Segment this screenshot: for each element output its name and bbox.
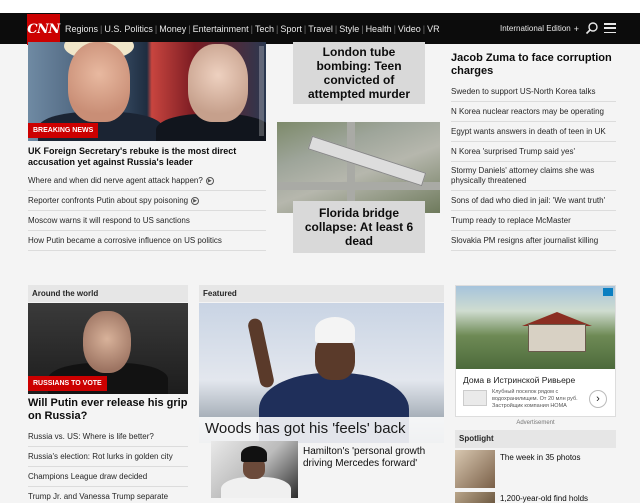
nav-link-us-politics[interactable]: U.S. Politics [102,24,155,34]
top-strip [0,0,640,13]
ad-logo [463,390,487,406]
spotlight-item[interactable]: 1,200-year-old find holds [500,494,616,503]
play-icon: ▶ [205,176,214,185]
list-item[interactable]: Slovakia PM resigns after journalist kil… [451,231,616,251]
list-item[interactable]: Stormy Daniels' attorney claims she was … [451,162,616,191]
zuma-headline[interactable]: Jacob Zuma to face corruption charges [451,52,621,78]
nav-link-health[interactable]: Health [364,24,394,34]
spotlight-thumbnail[interactable] [455,492,495,503]
ad-arrow-button[interactable]: › [589,390,607,408]
nav-link-travel[interactable]: Travel [306,24,335,34]
woods-headline[interactable]: Woods has got his 'feels' back [199,417,444,443]
nav-link-tech[interactable]: Tech [253,24,276,34]
list-item[interactable]: Russia's election: Rot lurks in golden c… [28,447,188,467]
bridge-collapse-headline[interactable]: Florida bridge collapse: At least 6 dead [293,201,425,253]
list-item[interactable]: Trump ready to replace McMaster [451,211,616,231]
list-item[interactable]: Russia vs. US: Where is life better? [28,427,188,447]
advertisement[interactable]: Дома в Истринской Ривьере Клубный посело… [455,285,616,417]
ad-image [456,286,615,369]
nav-link-entertainment[interactable]: Entertainment [191,24,251,34]
play-icon: ▶ [191,196,200,205]
woods-image[interactable]: Woods has got his 'feels' back [199,303,444,443]
list-item[interactable]: Moscow warns it will respond to US sanct… [28,211,266,231]
nav-link-regions[interactable]: Regions [63,24,100,34]
nav-link-money[interactable]: Money [157,24,188,34]
around-link-list: Russia vs. US: Where is life better? Rus… [28,427,188,503]
adchoices-icon[interactable] [603,288,613,296]
nav-link-sport[interactable]: Sport [278,24,304,34]
russians-to-vote-badge: RUSSIANS TO VOTE [28,376,107,391]
nav-links: Regions | U.S. Politics | Money | Entertain… [63,13,442,44]
hamilton-thumbnail[interactable] [211,441,298,498]
around-the-world-header: Around the world [28,285,188,302]
spotlight-item[interactable]: The week in 35 photos [500,453,616,462]
breaking-news-badge: BREAKING NEWS [28,123,99,138]
list-item[interactable]: Trump Jr. and Vanessa Trump separate [28,487,188,503]
menu-icon[interactable] [604,23,616,33]
top-nav: CNN Regions | U.S. Politics | Money | Enter… [0,13,640,45]
bridge-collapse-image[interactable] [277,122,440,213]
tube-bombing-headline[interactable]: London tube bombing: Teen convicted of a… [293,42,425,104]
edition-label: International Edition [500,24,571,33]
list-item[interactable]: N Korea 'surprised Trump said yes' [451,142,616,162]
nav-link-video[interactable]: Video [396,24,423,34]
putin-grip-headline[interactable]: Will Putin ever release his grip on Russ… [28,397,193,423]
col1-link-list: Where and when did nerve agent attack ha… [28,171,266,251]
hamilton-headline[interactable]: Hamilton's 'personal growth driving Merc… [303,446,443,470]
col3-link-list: Sweden to support US-North Korea talks N… [451,82,616,251]
edition-selector[interactable]: International Edition + [500,13,579,44]
uk-rebuke-headline[interactable]: UK Foreign Secretary's rebuke is the mos… [28,146,266,168]
list-item[interactable]: Sweden to support US-North Korea talks [451,82,616,102]
list-item[interactable]: Reporter confronts Putin about spy poiso… [28,191,266,211]
edition-plus: + [573,23,579,34]
list-item[interactable]: Where and when did nerve agent attack ha… [28,171,266,191]
list-item[interactable]: Sons of dad who died in jail: 'We want t… [451,191,616,211]
search-icon[interactable] [585,21,599,35]
advertisement-label: Advertisement [516,420,555,426]
ad-title: Дома в Истринской Ривьере [463,375,576,385]
featured-header: Featured [199,285,444,302]
spotlight-header: Spotlight [455,430,616,448]
list-item[interactable]: Egypt wants answers in death of teen in … [451,122,616,142]
spotlight-thumbnail[interactable] [455,450,495,488]
list-item[interactable]: N Korea nuclear reactors may be operatin… [451,102,616,122]
list-item[interactable]: Champions League draw decided [28,467,188,487]
cnn-logo[interactable]: CNN [27,14,60,45]
nav-link-style[interactable]: Style [337,24,361,34]
list-item[interactable]: How Putin became a corrosive influence o… [28,231,266,251]
ad-description: Клубный поселок рядом с водохранилищем. … [492,389,578,409]
nav-link-vr[interactable]: VR [425,24,442,34]
